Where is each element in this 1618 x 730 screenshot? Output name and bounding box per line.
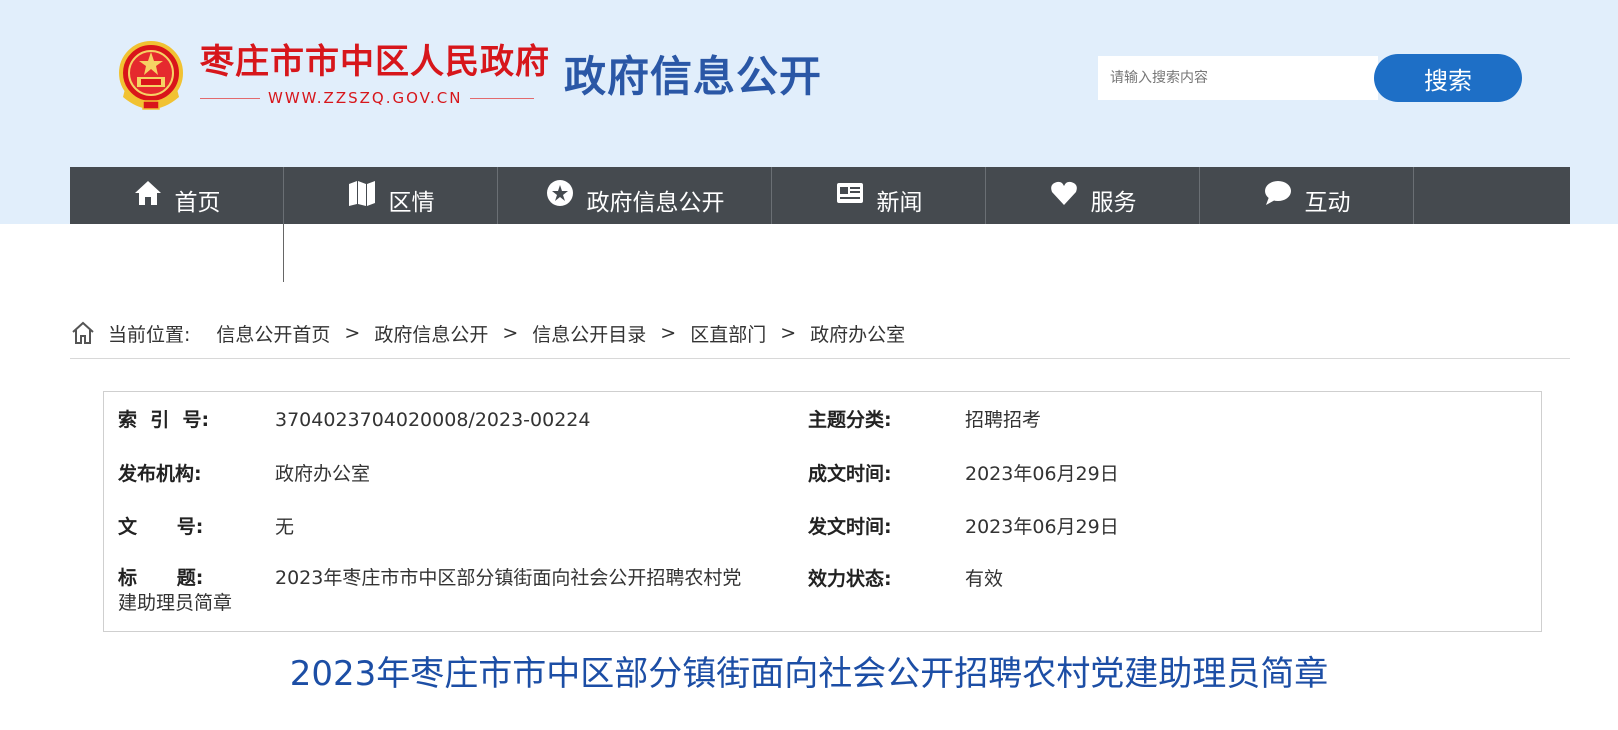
doc-number-label: 文 号: <box>118 516 204 538</box>
status-label: 效力状态: <box>808 568 892 590</box>
main-nav: 首页 区情 政府信息公开 新闻 服务 互动 <box>70 167 1570 224</box>
document-title: 2023年枣庄市市中区部分镇街面向社会公开招聘农村党建助理员简章 <box>289 654 1329 694</box>
heart-icon <box>1050 181 1077 205</box>
nav-item-district-info[interactable]: 区情 <box>284 167 498 224</box>
nav-label: 政府信息公开 <box>586 190 725 216</box>
meta-row-doc-number: 文 号: 无 发文时间: 2023年06月29日 <box>104 512 1541 542</box>
meta-row-status: 效力状态: 有效 <box>104 564 1541 594</box>
badge-icon <box>546 180 573 206</box>
publisher-value: 政府办公室 <box>275 463 371 485</box>
issued-date-label: 发文时间: <box>808 516 892 538</box>
nav-divider <box>283 224 284 282</box>
home-icon <box>134 181 161 205</box>
nav-label: 新闻 <box>876 190 923 216</box>
issued-date-value: 2023年06月29日 <box>965 516 1119 538</box>
breadcrumb-divider <box>70 358 1570 359</box>
breadcrumb-separator: > <box>502 322 519 344</box>
created-date-value: 2023年06月29日 <box>965 463 1119 485</box>
index-number-label: 索 引 号: <box>118 409 210 431</box>
publisher-label: 发布机构: <box>118 463 202 485</box>
nav-item-gov-info-disclosure[interactable]: 政府信息公开 <box>498 167 772 224</box>
breadcrumb-link[interactable]: 区直部门 <box>690 320 766 347</box>
document-metadata-table: 索 引 号: 3704023704020008/2023-00224 主题分类:… <box>103 391 1542 632</box>
chat-bubble-icon <box>1264 181 1291 205</box>
nav-item-news[interactable]: 新闻 <box>772 167 986 224</box>
home-outline-icon <box>72 321 94 344</box>
title-value-line2: 建助理员简章 <box>118 592 233 614</box>
id-card-icon <box>836 183 863 203</box>
national-emblem-logo <box>119 41 183 110</box>
breadcrumb-link[interactable]: 信息公开目录 <box>532 320 646 347</box>
breadcrumb-link[interactable]: 信息公开首页 <box>216 320 330 347</box>
nav-label: 互动 <box>1304 190 1351 216</box>
meta-row-publisher: 发布机构: 政府办公室 成文时间: 2023年06月29日 <box>104 459 1541 489</box>
breadcrumb-link[interactable]: 政府办公室 <box>810 320 905 347</box>
meta-row-index: 索 引 号: 3704023704020008/2023-00224 主题分类:… <box>104 405 1541 435</box>
index-number-value: 3704023704020008/2023-00224 <box>275 409 591 431</box>
map-icon <box>348 181 375 206</box>
status-value: 有效 <box>965 568 1004 590</box>
doc-number-value: 无 <box>275 516 295 538</box>
nav-item-interaction[interactable]: 互动 <box>1200 167 1414 224</box>
breadcrumb-link[interactable]: 政府信息公开 <box>374 320 488 347</box>
created-date-label: 成文时间: <box>808 463 892 485</box>
nav-label: 服务 <box>1090 190 1137 216</box>
breadcrumb-separator: > <box>780 322 797 344</box>
breadcrumb: 当前位置: 信息公开首页 > 政府信息公开 > 信息公开目录 > 区直部门 > … <box>70 318 905 348</box>
portal-title: 政府信息公开 <box>564 52 823 101</box>
site-name: 枣庄市市中区人民政府 <box>200 42 550 82</box>
breadcrumb-separator: > <box>344 322 361 344</box>
nav-item-services[interactable]: 服务 <box>986 167 1200 224</box>
breadcrumb-separator: > <box>660 322 677 344</box>
nav-label: 区情 <box>388 190 435 216</box>
topic-label: 主题分类: <box>808 409 892 431</box>
topic-value: 招聘招考 <box>965 409 1042 431</box>
search-input[interactable] <box>1098 56 1378 100</box>
search-button[interactable]: 搜索 <box>1374 54 1522 102</box>
breadcrumb-prefix: 当前位置: <box>108 323 191 346</box>
nav-item-home[interactable]: 首页 <box>70 167 284 224</box>
nav-label: 首页 <box>174 190 221 216</box>
site-url: WWW.ZZSZQ.GOV.CN <box>260 88 471 108</box>
